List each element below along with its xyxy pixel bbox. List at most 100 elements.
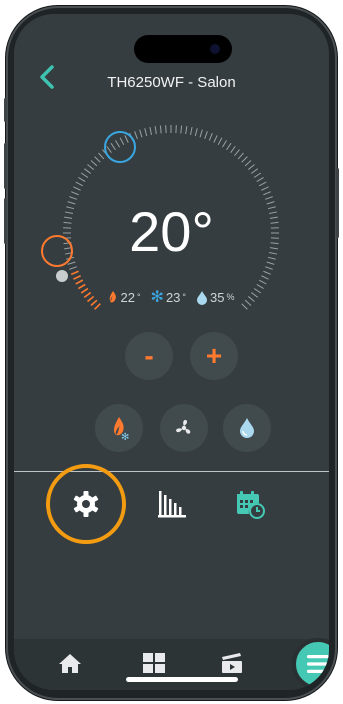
increase-button[interactable]: + [190, 332, 238, 380]
side-button [4, 98, 7, 122]
heat-unit: ° [136, 292, 141, 302]
dial-tick [261, 275, 269, 280]
dial-tick [204, 131, 208, 140]
heat-reading: 22 ° [108, 287, 141, 307]
dial-tick [263, 191, 271, 196]
dial-tick [194, 128, 198, 137]
dial-tick [90, 160, 98, 167]
dial-tick [67, 261, 76, 265]
dial-tick [180, 125, 183, 134]
dial-tick [75, 181, 84, 187]
grid-icon [143, 653, 165, 673]
dial-tick [70, 270, 79, 276]
dial-tick [247, 164, 255, 170]
dial-tick [226, 142, 232, 151]
dial-tick [69, 196, 78, 200]
fan-mode-icon [176, 419, 191, 434]
tab-settings[interactable] [62, 480, 110, 528]
dial-tick [266, 261, 275, 265]
gear-icon [73, 491, 99, 517]
dial-tick [213, 135, 218, 143]
dial-tick [199, 129, 203, 138]
volume-up-button [4, 143, 7, 189]
decrease-button[interactable]: - [125, 332, 173, 380]
humidity-value: 35 [210, 289, 225, 305]
dial-tick [208, 133, 213, 141]
dial-tick [110, 142, 116, 151]
current-temperature-marker [56, 270, 68, 282]
dial-tick [190, 126, 193, 136]
readings-row: 22 ° ✻ 23 ° 35% [14, 287, 329, 307]
clapperboard-icon [222, 653, 242, 673]
fan-mode-button[interactable] [160, 404, 208, 452]
dynamic-island [134, 35, 232, 63]
dial-tick [185, 126, 188, 135]
dial-tick [237, 152, 244, 160]
cool-setpoint-handle[interactable] [104, 131, 136, 163]
minus-label: - [144, 340, 154, 371]
dial-tick [80, 172, 89, 178]
nav-dashboard[interactable] [139, 648, 169, 678]
dial-tick [256, 177, 264, 183]
dial-tick [154, 126, 157, 135]
dial-tick [149, 126, 152, 136]
dial-tick [159, 125, 162, 134]
dial-tick [115, 140, 121, 148]
dial-tick [144, 128, 148, 137]
dial-tick [106, 145, 112, 153]
dial-tick [94, 156, 101, 163]
dial-tick [234, 149, 240, 157]
heat-value: 22 [120, 289, 135, 305]
home-icon [59, 654, 81, 673]
dial-tick [134, 131, 138, 140]
dial-tick [244, 160, 252, 167]
dial-tick [251, 168, 259, 174]
tab-schedule[interactable] [226, 480, 274, 528]
tab-statistics[interactable] [148, 480, 196, 528]
cool-value: 23 [165, 289, 181, 305]
dial-tick [258, 279, 267, 285]
dial-tick [263, 270, 271, 275]
dial-tick [217, 137, 223, 146]
app-screen: TH6250WF - Salon 20° 22° ✻ 23° 35% - + [14, 14, 329, 690]
dial-tick [98, 152, 105, 160]
dial-tick [83, 168, 91, 174]
svg-text:✻: ✻ [121, 432, 129, 441]
dial-tick [264, 196, 273, 200]
cool-unit: ° [182, 292, 187, 302]
calendar-clock-icon [237, 491, 265, 519]
dial-tick [241, 156, 248, 163]
menu-icon [307, 655, 329, 673]
dial-tick [73, 186, 81, 191]
dial-tick [258, 181, 267, 187]
heat-mode-icon: ✻ [114, 417, 129, 441]
nav-home[interactable] [55, 648, 85, 678]
dial-tick [261, 186, 269, 191]
dial-tick [230, 145, 236, 153]
humidity-mode-button[interactable] [223, 404, 271, 452]
setpoint-temperature: 20° [129, 200, 214, 263]
heat-mode-button[interactable]: ✻ [95, 404, 143, 452]
bar-chart-icon [158, 491, 186, 518]
flame-icon [110, 291, 117, 303]
humidity-reading: 35% [196, 287, 235, 307]
dial-tick [139, 129, 143, 138]
droplet-icon [197, 290, 208, 305]
dial-tick [71, 191, 79, 196]
humidity-unit: % [226, 292, 235, 302]
camera-dot [210, 44, 220, 54]
dial-tick [221, 140, 227, 148]
dial-tick [124, 135, 129, 143]
humidity-mode-icon [240, 418, 254, 438]
volume-down-button [4, 198, 7, 244]
dial-tick [78, 177, 86, 183]
home-indicator [126, 677, 238, 682]
dial-tick [73, 275, 81, 280]
cool-reading: ✻ 23 ° [151, 287, 186, 307]
dial-tick [253, 172, 262, 178]
dial-tick [87, 164, 95, 170]
dial-tick [264, 266, 273, 270]
plus-label: + [205, 340, 223, 371]
dial-tick [69, 266, 78, 270]
nav-scenes[interactable] [217, 648, 247, 678]
